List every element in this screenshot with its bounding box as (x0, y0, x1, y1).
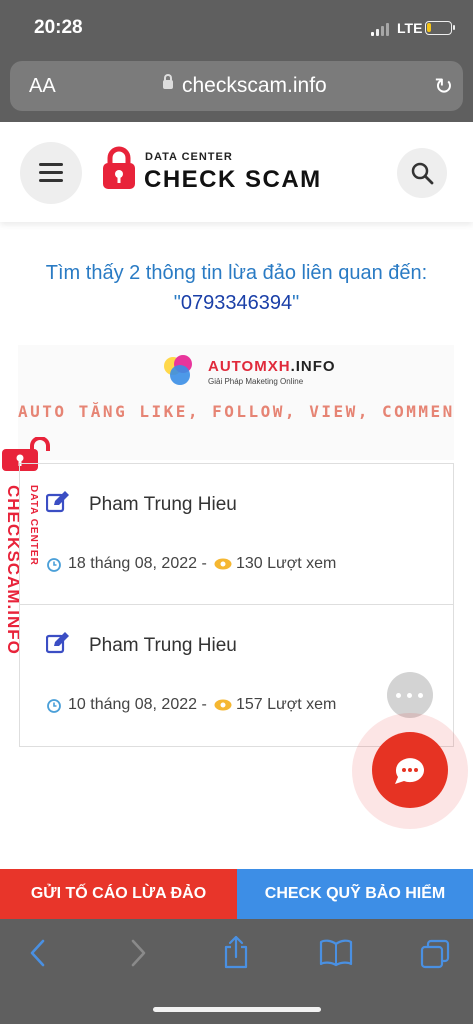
list-item[interactable]: Pham Trung Hieu 18 tháng 08, 2022 - 130 … (20, 464, 453, 605)
more-button[interactable] (387, 672, 433, 718)
result-phone: "0793346394" (173, 292, 300, 314)
chat-button[interactable] (372, 732, 448, 808)
browser-toolbar (0, 919, 473, 1024)
item-name[interactable]: Pham Trung Hieu (89, 494, 237, 516)
back-icon[interactable] (28, 937, 48, 974)
result-heading: Tìm thấy 2 thông tin lừa đảo liên quan đ… (45, 262, 428, 284)
bookmarks-icon[interactable] (319, 939, 353, 972)
forward-icon[interactable] (128, 937, 148, 974)
item-date: 10 tháng 08, 2022 - (68, 696, 207, 713)
search-button[interactable] (397, 148, 447, 198)
automxh-logo-icon (164, 355, 200, 385)
signal-icon (371, 22, 389, 36)
item-name[interactable]: Pham Trung Hieu (89, 635, 237, 657)
logo-subtitle[interactable]: DATA CENTER (145, 151, 233, 163)
clock-icon (47, 558, 61, 577)
site-header: DATA CENTER CHECK SCAM (0, 122, 473, 222)
text-size-button[interactable]: AA (29, 75, 56, 98)
item-views: 157 Lượt xem (236, 696, 337, 713)
check-insurance-button[interactable]: CHECK QUỸ BẢO HIỂM (237, 869, 473, 919)
eye-icon (214, 557, 232, 575)
ad-brand: AUTOMXH.INFO (208, 358, 336, 375)
chat-icon (395, 758, 424, 784)
url-text[interactable]: checkscam.info (182, 74, 327, 98)
edit-icon (45, 632, 70, 659)
reload-icon[interactable]: ↻ (434, 73, 453, 100)
menu-icon (39, 163, 63, 166)
report-scam-button[interactable]: GỬI TỐ CÁO LỪA ĐẢO (0, 869, 237, 919)
eye-icon (214, 698, 232, 716)
lock-icon[interactable] (102, 146, 136, 195)
browser-top-bar: AA checkscam.info ↻ (0, 58, 473, 122)
tabs-icon[interactable] (420, 939, 450, 974)
item-date: 18 tháng 08, 2022 - (68, 555, 207, 572)
logo-title[interactable]: CHECK SCAM (144, 166, 322, 194)
menu-button[interactable] (20, 142, 82, 204)
ad-banner[interactable]: AUTOMXH.INFO Giải Pháp Maketing Online A… (18, 345, 454, 460)
ad-tagline: Giải Pháp Maketing Online (208, 377, 304, 386)
status-time: 20:28 (34, 17, 83, 38)
item-views: 130 Lượt xem (236, 555, 337, 572)
address-bar[interactable]: AA checkscam.info ↻ (10, 61, 463, 111)
clock-icon (47, 699, 61, 718)
share-icon[interactable] (222, 935, 250, 974)
search-icon (411, 162, 434, 185)
secure-lock-icon (163, 74, 173, 89)
home-indicator (153, 1007, 321, 1012)
status-bar: 20:28 LTE (0, 0, 473, 58)
ad-slogan: AUTO TĂNG LIKE, FOLLOW, VIEW, COMMEN (18, 402, 454, 421)
network-label: LTE (397, 20, 423, 36)
battery-icon (425, 21, 455, 35)
edit-icon (45, 491, 70, 518)
